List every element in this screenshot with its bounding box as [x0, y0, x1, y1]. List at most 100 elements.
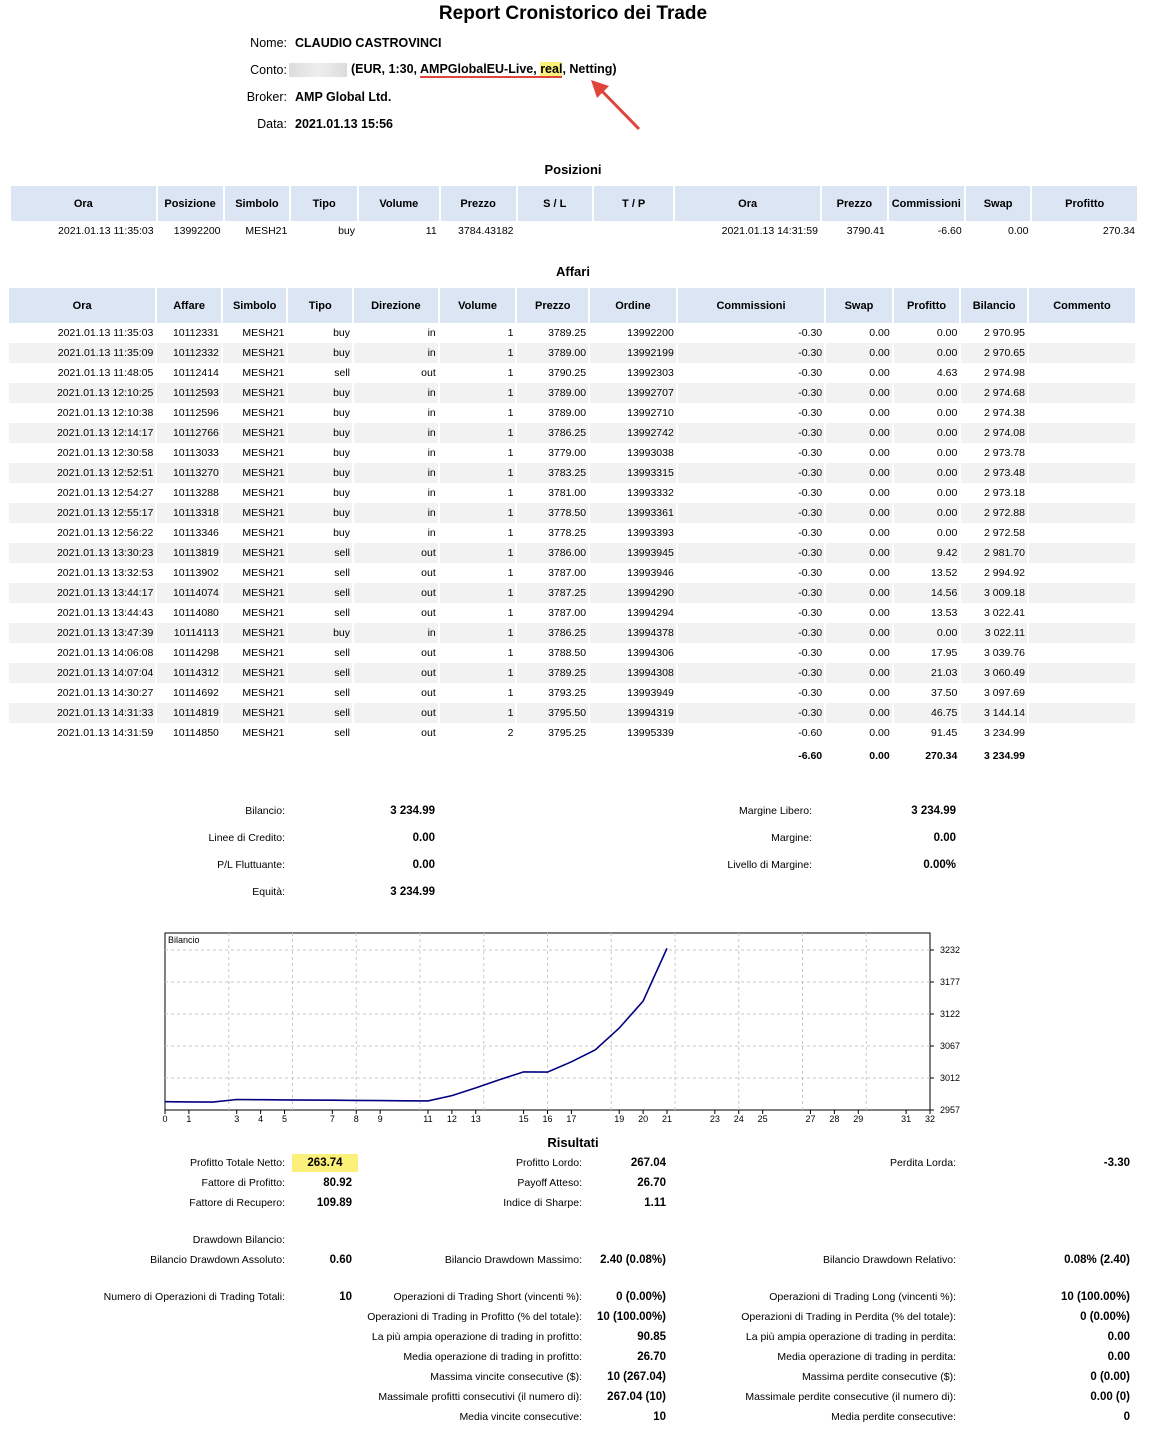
- chart-ytick-label: 3122: [940, 1009, 960, 1019]
- deals-cell: 3795.50: [517, 703, 589, 723]
- deals-row: 2021.01.13 14:31:33 10114819 MESH21 sell out…: [9, 703, 1135, 723]
- deals-cell: 2 970.65: [961, 343, 1027, 363]
- deals-total-cell: [1028, 743, 1135, 769]
- deals-cell: 21.03: [893, 663, 960, 683]
- deals-cell: buy: [288, 503, 352, 523]
- broker-name: AMP Global Ltd.: [295, 90, 392, 104]
- deals-cell: in: [427, 407, 436, 419]
- deals-cell: 3786.00: [517, 543, 589, 563]
- deals-cell: 3789.00: [548, 407, 587, 419]
- deals-cell: out: [354, 583, 438, 603]
- deals-cell: 10112331: [172, 327, 219, 339]
- deals-row: 2021.01.13 11:35:03 10112331 MESH21 buy in 1 3…: [9, 323, 1135, 343]
- deals-cell: 1: [507, 447, 514, 459]
- deals-cell: [1029, 523, 1135, 543]
- deals-cell: in: [354, 423, 438, 443]
- result-label: Operazioni di Trading in Profitto (% del…: [367, 1311, 582, 1323]
- deals-cell: 2 974.08: [961, 423, 1027, 443]
- deals-cell: buy: [288, 463, 352, 483]
- deals-col-header: Direzione: [354, 288, 438, 323]
- deals-cell: 10112414: [172, 367, 219, 379]
- chart-xtick-label: 20: [638, 1114, 648, 1124]
- deals-cell: MESH21: [242, 327, 285, 339]
- deals-cell: 0.00: [869, 647, 890, 659]
- deals-cell: [1029, 563, 1135, 583]
- deals-cell: 1: [439, 463, 516, 483]
- result-value: 0.00 (0): [1090, 1391, 1130, 1403]
- deals-cell: buy: [333, 527, 350, 539]
- deals-cell: -0.30: [798, 367, 823, 379]
- result-label: Media operazione di trading in profitto:: [403, 1351, 582, 1363]
- chart-xtick-label: 5: [282, 1114, 287, 1124]
- report-title: Report Cronistorico dei Trade: [438, 3, 708, 24]
- deals-cell: [1028, 383, 1135, 403]
- positions-cell: MESH21: [245, 225, 288, 237]
- deals-cell: 3787.00: [548, 607, 587, 619]
- positions-col-header: Tipo: [291, 186, 357, 221]
- deals-cell: 2 973.78: [984, 447, 1025, 459]
- deals-cell: 1: [439, 543, 516, 563]
- deals-cell: sell: [288, 583, 352, 603]
- chart-title: Bilancio: [168, 935, 200, 945]
- deals-cell: 3 009.18: [961, 583, 1027, 603]
- deals-cell: 2021.01.13 12:10:25: [9, 383, 156, 403]
- deals-row: 2021.01.13 13:30:23 10113819 MESH21 sell out…: [9, 543, 1135, 563]
- result-value: 2.40 (0.08%): [600, 1254, 666, 1266]
- chart-xtick-label: 8: [354, 1114, 359, 1124]
- deals-cell: 10113346: [172, 527, 219, 539]
- deals-cell: 3790.25: [548, 367, 587, 379]
- deals-cell: 3778.50: [517, 503, 589, 523]
- result-value: 10 (267.04): [607, 1371, 666, 1383]
- summary-value: 3 234.99: [390, 886, 435, 898]
- deals-cell: [1028, 703, 1135, 723]
- deals-row: 2021.01.13 14:06:08 10114298 MESH21 sell out…: [9, 643, 1135, 663]
- deals-col-header: Profitto: [893, 288, 960, 323]
- result-label: Payoff Atteso:: [517, 1177, 582, 1189]
- result-label: Operazioni di Trading in Perdita (% del …: [741, 1311, 956, 1323]
- deals-cell: 13992742: [590, 423, 676, 443]
- positions-col-header: Ora: [675, 186, 820, 221]
- result-value: 0 (0.00): [1090, 1371, 1130, 1383]
- positions-cell: 2021.01.13 14:31:59: [721, 225, 818, 237]
- deals-cell: [1029, 403, 1135, 423]
- deals-cell: in: [354, 383, 438, 403]
- deals-cell: 10114074: [157, 583, 221, 603]
- deals-cell: 0.00: [826, 383, 892, 403]
- result-label: Bilancio Drawdown Relativo:: [822, 1254, 956, 1266]
- deals-cell: 13992707: [590, 383, 676, 403]
- deals-cell: 17.95: [931, 647, 958, 659]
- deals-cell: -0.30: [677, 623, 825, 643]
- deals-header-row: Ora Affare Simbolo Tipo Direzione Volume Prezz…: [9, 288, 1135, 323]
- positions-cell: 3784.43182: [458, 225, 514, 237]
- deals-cell: -0.30: [677, 503, 825, 523]
- summary-value: 0.00: [412, 859, 435, 871]
- deals-cell: [1029, 363, 1135, 383]
- deals-col-header: Prezzo: [517, 288, 589, 323]
- deals-cell: 2021.01.13 11:35:03: [57, 327, 154, 339]
- deals-cell: 0.00: [826, 503, 892, 523]
- deals-cell: 0.00: [869, 367, 890, 379]
- deals-cell: 2021.01.13 12:54:27: [56, 487, 154, 499]
- deals-cell: buy: [333, 487, 350, 499]
- deals-cell: 3786.25: [517, 623, 589, 643]
- positions-row: 2021.01.13 11:35:03 13992200 MESH21 buy 11 37…: [11, 221, 1137, 241]
- deals-cell: 3 039.76: [984, 647, 1025, 659]
- deals-cell: 3 097.69: [984, 687, 1025, 699]
- deals-cell: 3787.25: [517, 583, 589, 603]
- deals-cell: 1: [439, 663, 516, 683]
- deals-total-cell: [157, 743, 221, 769]
- deals-cell: 2021.01.13 14:07:04: [9, 663, 156, 683]
- deals-cell: 2021.01.13 13:44:43: [56, 607, 154, 619]
- deals-cell: [1028, 663, 1135, 683]
- deals-row: 2021.01.13 14:31:59 10114850 MESH21 sell out…: [9, 723, 1135, 743]
- deals-cell: 3 022.41: [984, 607, 1025, 619]
- deals-cell: 3 144.14: [961, 703, 1027, 723]
- deals-total-cell: [222, 743, 287, 769]
- result-value: 10 (100.00%): [1060, 1291, 1130, 1303]
- deals-cell: 1: [507, 407, 514, 419]
- result-label: Bilancio Drawdown Massimo:: [444, 1254, 582, 1266]
- deals-cell: -0.30: [677, 463, 825, 483]
- result-value: 26.70: [637, 1177, 666, 1189]
- deals-cell: MESH21: [242, 527, 285, 539]
- result-value: 0.08% (2.40): [1064, 1254, 1130, 1266]
